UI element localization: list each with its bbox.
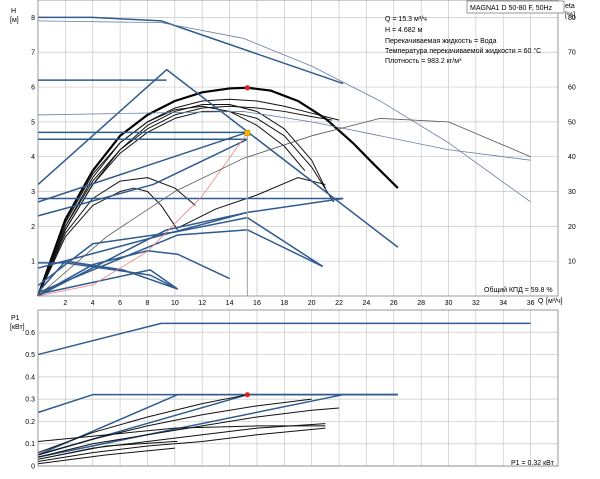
- info-block: Q = 15.3 м³/ч H = 4.682 м Перекачиваемая…: [385, 16, 541, 65]
- efficiency-label: Общий КПД = 59.8 %: [484, 286, 553, 294]
- y-tick-label: 6: [31, 85, 35, 92]
- power-label: P1 = 0.32 кВт: [511, 460, 555, 467]
- head-curve-curve-2: [37, 105, 333, 297]
- x-tick-label: 2: [63, 300, 67, 307]
- x-tick-label: 34: [499, 300, 507, 307]
- y-tick-label: 8: [31, 15, 35, 22]
- y-axis-label: H: [11, 8, 16, 15]
- x-tick-label: 28: [417, 300, 425, 307]
- y2-axis-label: eta: [565, 3, 575, 10]
- grid-lines: [38, 0, 558, 467]
- p1-tick-label: 0.3: [25, 397, 35, 404]
- best-point-marker: [244, 85, 250, 91]
- x-tick-label: 26: [390, 300, 398, 307]
- duty-point-marker: [244, 130, 251, 136]
- power-curve-curve-10: [37, 425, 326, 442]
- axes-layer: 2 4 6 8 10 12 14 16 18 20 22 24 26 28 30 32 34 3612345678…: [25, 0, 576, 471]
- y-tick-label: 7: [31, 50, 35, 57]
- y-tick-label: 4: [31, 154, 35, 161]
- bottom-plot-frame: [37, 309, 559, 467]
- head-curve-limit-16: [37, 197, 344, 269]
- p1-axis-unit: [кВт]: [10, 324, 25, 331]
- info-line-density: Плотность = 983.2 кг/м³: [385, 58, 462, 65]
- info-line-liquid: Перекачиваемая жидкость = Вода: [385, 38, 497, 45]
- y2-tick-label: 40: [568, 154, 576, 161]
- p1-tick-label: 0.2: [25, 419, 35, 426]
- x-tick-label: 8: [146, 300, 150, 307]
- y-tick-label: 2: [31, 224, 35, 231]
- x-tick-label: 18: [280, 300, 288, 307]
- power-curve-limit-4: [37, 393, 398, 458]
- x-axis-unit: [м³/ч]: [546, 298, 563, 305]
- x-tick-label: 4: [91, 300, 95, 307]
- info-line-head: H = 4.682 м: [385, 27, 422, 34]
- power-point-marker: [244, 392, 250, 398]
- y2-tick-label: 50: [568, 119, 576, 126]
- y2-tick-label: 60: [568, 85, 576, 92]
- x-tick-label: 10: [171, 300, 179, 307]
- head-curve-limit-14: [37, 138, 248, 217]
- x-tick-label: 22: [335, 300, 343, 307]
- x-tick-label: 16: [253, 300, 261, 307]
- x-tick-label: 12: [198, 300, 206, 307]
- x-tick-label: 6: [118, 300, 122, 307]
- x-tick-label: 24: [363, 300, 371, 307]
- y-tick-label: 5: [31, 119, 35, 126]
- pump-curve-chart: 2 4 6 8 10 12 14 16 18 20 22 24 26 28 30 32 34 36 1 2 3 4 5 6 7 8…: [0, 0, 600, 474]
- x-tick-label: 30: [445, 300, 453, 307]
- head-curve-limit-9: [38, 16, 344, 85]
- power-curve-curve-9: [37, 427, 326, 463]
- x-tick-label: 14: [226, 300, 234, 307]
- y2-tick-label: 30: [568, 189, 576, 196]
- y2-tick-label: 20: [568, 224, 576, 231]
- p1-axis-label: P1: [11, 315, 20, 322]
- p1-tick-label: 0.5: [25, 352, 35, 359]
- p1-tick-label: 0.6: [25, 330, 35, 337]
- head-curve-limit-24: [37, 260, 178, 294]
- y2-tick-label: 10: [568, 259, 576, 266]
- p1-tick-label: 0: [31, 464, 35, 471]
- y2-tick-label: 70: [568, 50, 576, 57]
- y-tick-label: 3: [31, 189, 35, 196]
- y-tick-label: 1: [31, 259, 35, 266]
- info-line-temperature: Температура перекачиваемой жидкости = 60…: [385, 47, 541, 55]
- chart-title: MAGNA1 D 50-80 F, 50Hz: [470, 5, 553, 12]
- x-tick-label: 32: [472, 300, 480, 307]
- p1-tick-label: 0.4: [25, 374, 35, 381]
- p1-tick-label: 0.1: [25, 441, 35, 448]
- y-axis-unit: [м]: [10, 17, 19, 24]
- x-axis-label: Q: [538, 298, 544, 305]
- chart-svg: 2 4 6 8 10 12 14 16 18 20 22 24 26 28 30 32 34 3612345678…: [10, 0, 576, 471]
- info-line-flow: Q = 15.3 м³/ч: [385, 16, 427, 23]
- x-tick-label: 20: [308, 300, 316, 307]
- y2-axis-unit: [%]: [565, 12, 575, 19]
- x-tick-label: 36: [527, 300, 535, 307]
